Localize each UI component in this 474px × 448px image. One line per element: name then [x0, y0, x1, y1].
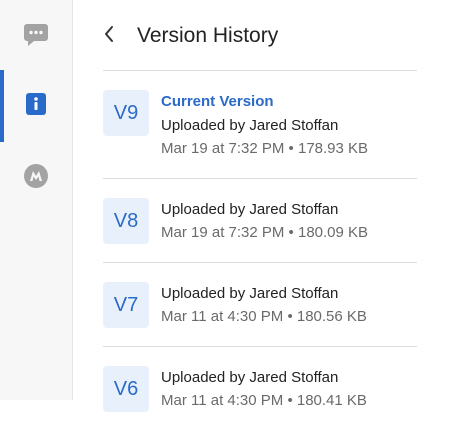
version-row-v8[interactable]: V8 Uploaded by Jared Stoffan Mar 19 at 7…: [103, 196, 417, 280]
chat-bubble-icon: [23, 21, 49, 52]
uploader-text: Uploaded by Jared Stoffan: [161, 201, 339, 218]
comments-tab[interactable]: [0, 0, 72, 72]
chevron-left-icon: [103, 25, 115, 48]
version-badge: V7: [103, 282, 149, 328]
uploader-text: Uploaded by Jared Stoffan: [161, 369, 339, 386]
uploader-text: Uploaded by Jared Stoffan: [161, 117, 339, 134]
divider: [103, 178, 417, 179]
version-meta: Mar 11 at 4:30 PM • 180.41 KB: [161, 392, 367, 409]
version-meta: Mar 19 at 7:32 PM • 180.09 KB: [161, 224, 369, 241]
version-row-v7[interactable]: V7 Uploaded by Jared Stoffan Mar 11 at 4…: [103, 280, 417, 364]
back-button[interactable]: [103, 18, 129, 54]
version-row-v9[interactable]: V9 Current Version Uploaded by Jared Sto…: [103, 88, 417, 172]
version-row-v6[interactable]: V6 Uploaded by Jared Stoffan Mar 11 at 4…: [103, 364, 417, 448]
version-history-panel: Version History V9 Current Version Uploa…: [73, 0, 474, 412]
version-badge: V6: [103, 366, 149, 412]
panel-header: Version History: [103, 18, 278, 54]
current-version-label: Current Version: [161, 93, 274, 110]
uploader-text: Uploaded by Jared Stoffan: [161, 285, 339, 302]
activity-tab[interactable]: [0, 142, 72, 214]
version-meta: Mar 11 at 4:30 PM • 180.56 KB: [161, 308, 367, 325]
divider: [103, 346, 417, 347]
version-badge: V9: [103, 90, 149, 136]
version-meta: Mar 19 at 7:32 PM • 178.93 KB: [161, 140, 369, 157]
info-icon: [25, 92, 47, 121]
divider: [103, 70, 417, 71]
m-logo-icon: [23, 163, 49, 194]
details-tab[interactable]: [0, 70, 72, 142]
version-badge: V8: [103, 198, 149, 244]
page-title: Version History: [137, 24, 279, 47]
side-rail: [0, 0, 73, 400]
divider: [103, 262, 417, 263]
